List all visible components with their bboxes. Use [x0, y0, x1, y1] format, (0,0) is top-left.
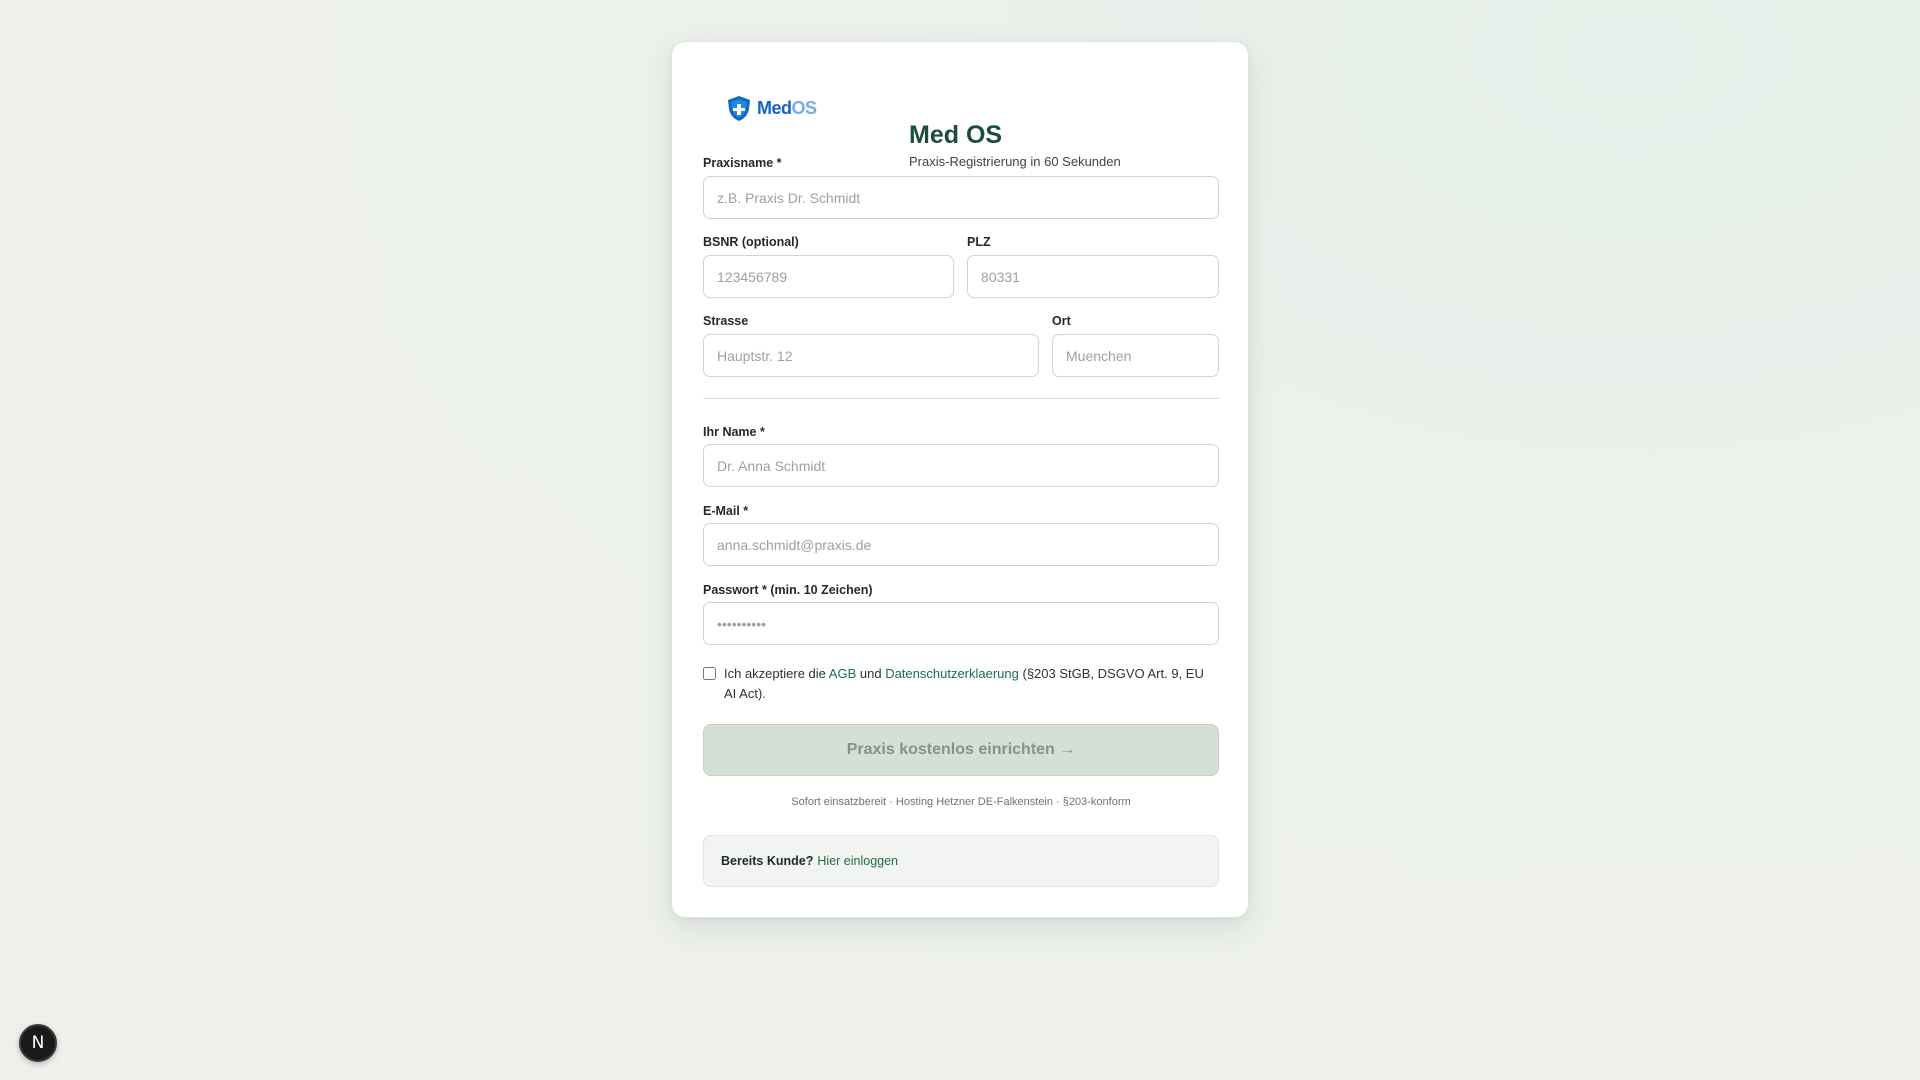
submit-button[interactable]: Praxis kostenlos einrichten →: [703, 724, 1219, 776]
page-title: Med OS: [909, 121, 1003, 149]
email-label: E-Mail *: [703, 504, 749, 518]
page-subtitle: Praxis-Registrierung in 60 Sekunden: [909, 154, 1121, 169]
agb-link[interactable]: AGB: [829, 666, 856, 681]
footnote: Sofort einsatzbereit · Hosting Hetzner D…: [791, 796, 1131, 808]
consent-checkbox[interactable]: [703, 667, 716, 680]
plz-input[interactable]: [967, 255, 1219, 298]
shield-icon: [728, 96, 750, 121]
privacy-link[interactable]: Datenschutzerklaerung: [885, 666, 1019, 681]
plz-label: PLZ: [967, 235, 991, 249]
ort-label: Ort: [1052, 314, 1071, 328]
login-box: Bereits Kunde? Hier einloggen: [703, 835, 1219, 887]
password-input[interactable]: [703, 602, 1219, 645]
login-question: Bereits Kunde?: [721, 854, 814, 868]
logo-text-med: Med: [757, 97, 792, 118]
email-input[interactable]: [703, 523, 1219, 566]
praxisname-input[interactable]: [703, 176, 1219, 219]
strasse-label: Strasse: [703, 314, 749, 328]
nextjs-icon: N: [31, 1033, 45, 1053]
logo-text-os: OS: [791, 97, 818, 118]
consent-text-before: Ich akzeptiere die: [724, 666, 829, 681]
strasse-input[interactable]: [703, 334, 1039, 377]
form-divider: [703, 398, 1219, 399]
bsnr-input[interactable]: [703, 255, 954, 298]
nextjs-dev-badge[interactable]: N: [19, 1024, 57, 1062]
medos-logo: MedOS: [725, 78, 817, 138]
consent-text-middle: und: [856, 666, 886, 681]
login-link[interactable]: Hier einloggen: [817, 854, 898, 868]
name-label: Ihr Name *: [703, 425, 765, 439]
consent-row: Ich akzeptiere die AGB und Datenschutzer…: [703, 664, 1219, 704]
ort-input[interactable]: [1052, 334, 1219, 377]
registration-card: MedOS Med OS Praxis-Registrierung in 60 …: [671, 41, 1249, 918]
password-label: Passwort * (min. 10 Zeichen): [703, 583, 873, 597]
logo-wordmark: MedOS: [757, 98, 817, 119]
name-input[interactable]: [703, 444, 1219, 487]
bsnr-label: BSNR (optional): [703, 235, 799, 249]
card-header: MedOS Med OS Praxis-Registrierung in 60 …: [724, 78, 1204, 169]
praxisname-label: Praxisname *: [703, 156, 782, 170]
